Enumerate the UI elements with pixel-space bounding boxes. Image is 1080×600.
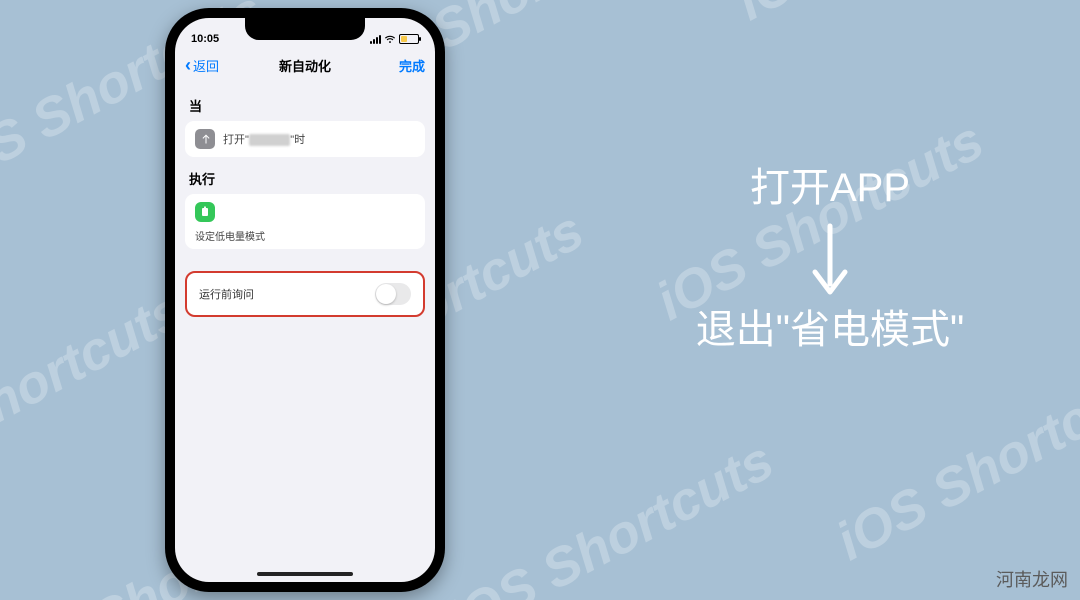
phone-screen: 10:05 ‹ 返回 新自动化 完成 xyxy=(175,18,435,582)
back-label: 返回 xyxy=(193,56,219,75)
section-when-header: 当 xyxy=(189,96,421,115)
chevron-left-icon: ‹ xyxy=(185,56,191,74)
cellular-icon xyxy=(370,35,381,44)
annotation-line1: 打开APP xyxy=(670,160,990,216)
notch xyxy=(245,18,365,40)
side-annotation: 打开APP 退出"省电模式" xyxy=(670,160,990,358)
action-card[interactable]: 设定低电量模式 xyxy=(185,194,425,249)
status-time: 10:05 xyxy=(191,33,219,45)
wifi-icon xyxy=(384,34,396,44)
app-open-icon xyxy=(195,129,215,149)
content: 当 打开"XXXX"时 执行 xyxy=(175,90,435,582)
annotation-line2: 退出"省电模式" xyxy=(670,302,990,358)
when-text: 打开"XXXX"时 xyxy=(223,131,305,147)
battery-icon xyxy=(399,34,419,44)
section-do-header: 执行 xyxy=(189,169,421,188)
low-power-action-icon xyxy=(195,202,215,222)
done-button[interactable]: 完成 xyxy=(399,56,425,75)
back-button[interactable]: ‹ 返回 xyxy=(185,56,219,75)
toggle-knob xyxy=(376,284,396,304)
phone-frame: 10:05 ‹ 返回 新自动化 完成 xyxy=(165,8,445,592)
ask-before-run-toggle[interactable] xyxy=(375,283,411,305)
ask-before-run-row[interactable]: 运行前询问 xyxy=(185,271,425,317)
when-condition-card[interactable]: 打开"XXXX"时 xyxy=(185,121,425,157)
arrow-down-icon xyxy=(807,222,853,300)
action-label: 设定低电量模式 xyxy=(195,228,415,243)
toggle-label: 运行前询问 xyxy=(199,286,254,302)
footer-credit: 河南龙网 xyxy=(996,566,1068,592)
canvas: iOS Shortcuts iOS Shortcuts iOS Shortcut… xyxy=(0,0,1080,600)
watermark: iOS Shortcuts xyxy=(437,429,784,600)
watermark: iOS Shortcuts xyxy=(727,0,1074,33)
home-indicator[interactable] xyxy=(257,572,353,576)
watermark: iOS Shortcuts xyxy=(827,349,1080,573)
